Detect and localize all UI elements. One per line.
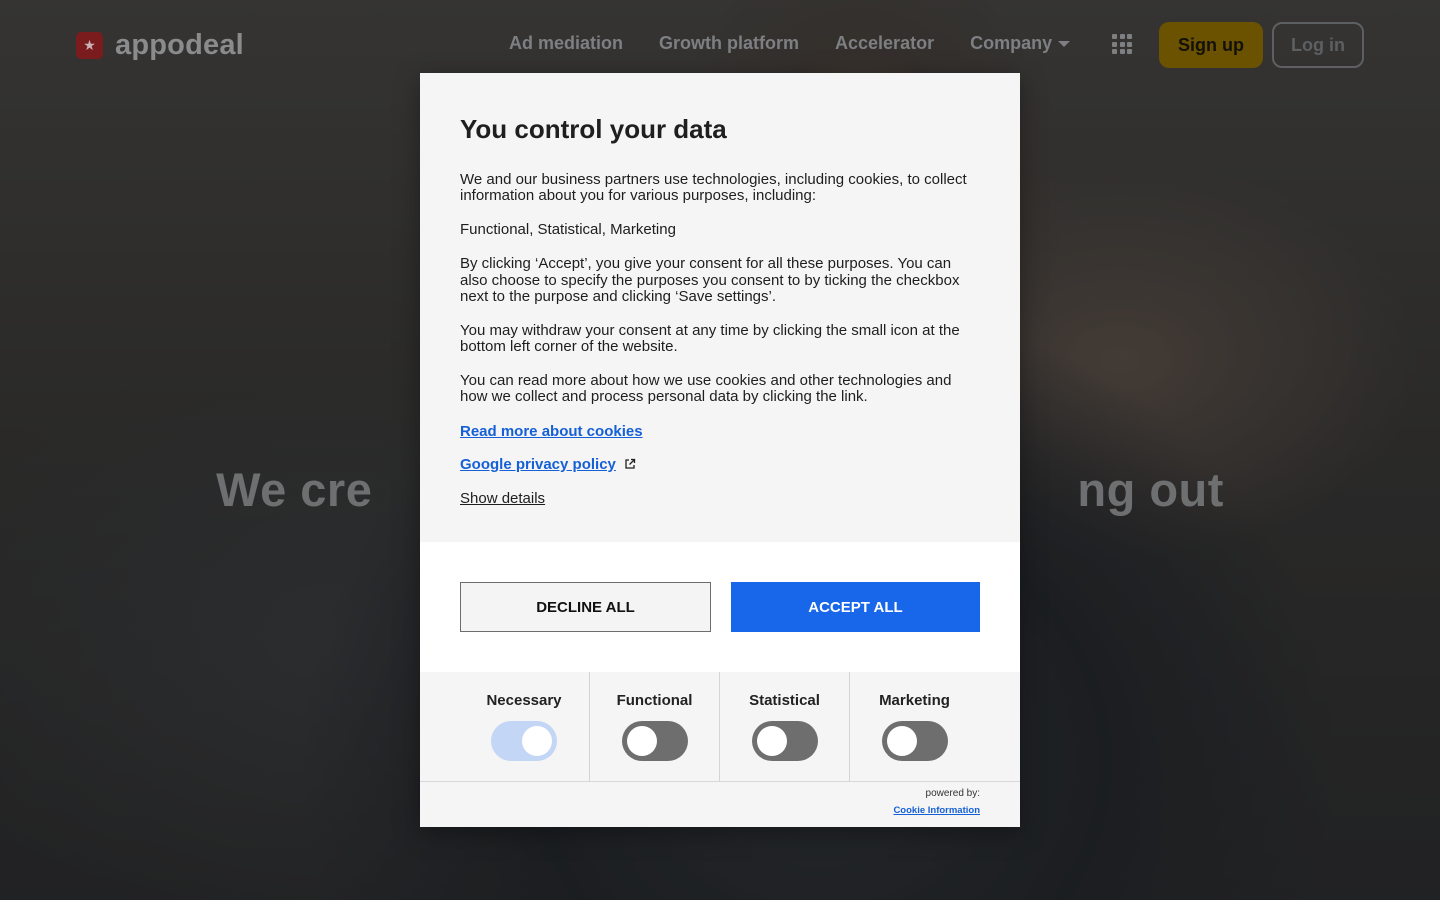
consent-body: You control your data We and our busines… <box>420 73 1020 542</box>
consent-title: You control your data <box>460 114 727 144</box>
category-marketing: Marketing <box>849 672 979 782</box>
consent-paragraph: By clicking ‘Accept’, you give your cons… <box>460 255 960 306</box>
category-label: Necessary <box>486 692 562 709</box>
consent-paragraph: You can read more about how we use cooki… <box>460 371 952 406</box>
read-more-row: Read more about cookies <box>460 423 980 440</box>
nav-company-label: Company <box>970 33 1053 53</box>
toggle-knob <box>756 726 787 756</box>
consent-actions: DECLINE ALL ACCEPT ALL <box>420 542 1020 672</box>
nav-growth-platform[interactable]: Growth platform <box>659 33 799 54</box>
consent-paragraph: You may withdraw your consent at any tim… <box>460 321 960 356</box>
read-more-cookies-link[interactable]: Read more about cookies <box>460 423 643 440</box>
nav-ad-mediation[interactable]: Ad mediation <box>509 33 623 54</box>
toggle-knob <box>522 726 552 756</box>
marketing-toggle[interactable] <box>881 721 948 761</box>
category-label: Marketing <box>879 692 950 709</box>
logo-text: appodeal <box>115 28 244 61</box>
cookie-consent-dialog: You control your data We and our busines… <box>420 73 1020 827</box>
nav-company[interactable]: Company <box>970 33 1071 54</box>
category-label: Statistical <box>749 692 820 709</box>
category-functional: Functional <box>589 672 719 782</box>
google-policy-row: Google privacy policy <box>460 456 980 473</box>
decline-all-button[interactable]: DECLINE ALL <box>460 582 711 632</box>
consent-paragraph: We and our business partners use technol… <box>460 170 967 205</box>
star-icon: ★ <box>76 31 103 59</box>
toggle-knob <box>886 726 917 756</box>
powered-by: powered by: Cookie Information <box>893 788 980 818</box>
statistical-toggle[interactable] <box>751 721 818 761</box>
functional-toggle[interactable] <box>621 721 688 761</box>
category-label: Functional <box>616 692 693 709</box>
consent-categories: Necessary Functional Statistical Marketi… <box>420 672 1020 782</box>
external-link-icon <box>625 458 636 469</box>
log-in-button[interactable]: Log in <box>1272 22 1364 68</box>
powered-by-label: powered by: <box>925 788 980 799</box>
consent-purposes: Functional, Statistical, Marketing <box>460 220 676 238</box>
nav-accelerator[interactable]: Accelerator <box>835 33 934 54</box>
toggle-knob <box>626 726 657 756</box>
appodeal-logo[interactable]: ★ appodeal <box>76 28 244 61</box>
show-details-link[interactable]: Show details <box>460 490 545 507</box>
google-privacy-policy-link[interactable]: Google privacy policy <box>460 456 616 473</box>
category-necessary: Necessary <box>459 672 589 782</box>
main-nav: Ad mediation Growth platform Accelerator… <box>509 33 1071 54</box>
apps-grid-icon[interactable] <box>1112 34 1132 54</box>
category-statistical: Statistical <box>719 672 849 782</box>
sign-up-button[interactable]: Sign up <box>1159 22 1263 68</box>
cookie-information-link[interactable]: Cookie Information <box>893 805 980 816</box>
accept-all-button[interactable]: ACCEPT ALL <box>731 582 980 632</box>
chevron-down-icon <box>1058 41 1071 48</box>
necessary-toggle[interactable] <box>491 721 557 761</box>
